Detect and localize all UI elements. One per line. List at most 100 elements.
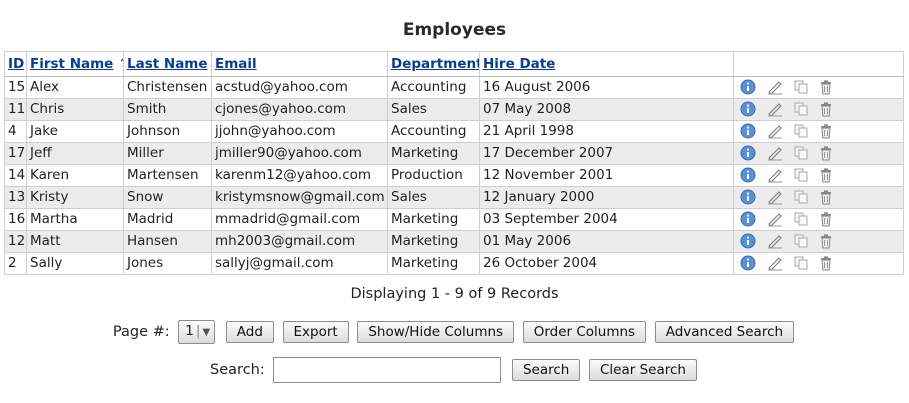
cell-last-name: Smith [123, 98, 212, 121]
record-count-text: Displaying 1 - 9 of 9 Records [350, 286, 559, 302]
copy-icon[interactable] [792, 145, 812, 161]
cell-email: jmiller90@yahoo.com [211, 142, 388, 165]
column-header-actions [733, 51, 904, 77]
column-header-id[interactable]: ID [4, 51, 27, 77]
copy-icon[interactable] [792, 211, 812, 227]
info-icon[interactable] [740, 255, 760, 271]
show-hide-columns-button[interactable]: Show/Hide Columns [357, 321, 515, 343]
page-select[interactable]: 1 | ▼ [178, 320, 216, 344]
cell-email: cjones@yahoo.com [211, 98, 388, 121]
cell-last-name: Snow [123, 186, 212, 209]
cell-id: 16 [4, 208, 27, 231]
cell-first-name: Chris [26, 98, 124, 121]
delete-icon[interactable] [818, 211, 838, 227]
page-label: Page #: [112, 324, 170, 340]
edit-icon[interactable] [766, 211, 786, 227]
info-icon[interactable] [740, 79, 760, 95]
cell-email: karenm12@yahoo.com [211, 164, 388, 187]
row-actions [733, 186, 904, 209]
copy-icon[interactable] [792, 79, 812, 95]
column-header-hire-date[interactable]: Hire Date [479, 51, 734, 77]
edit-icon[interactable] [766, 79, 786, 95]
export-button[interactable]: Export [282, 321, 349, 343]
table-row: 13 Kristy Snow kristymsnow@gmail.com Sales 12… [4, 186, 904, 209]
edit-icon[interactable] [766, 101, 786, 117]
table-row: 17 Jeff Miller jmiller90@yahoo.com Marketing… [4, 142, 904, 165]
cell-id: 15 [4, 76, 27, 99]
table-row: 15 Alex Christensen acstud@yahoo.com Account… [4, 76, 904, 99]
edit-icon[interactable] [766, 233, 786, 249]
sort-link-id[interactable]: ID [8, 56, 24, 72]
table-row: 12 Matt Hansen mh2003@gmail.com Marketing 01 … [4, 230, 904, 253]
edit-icon[interactable] [766, 123, 786, 139]
info-icon[interactable] [740, 145, 760, 161]
sort-link-department[interactable]: Department [391, 56, 479, 72]
info-icon[interactable] [740, 189, 760, 205]
cell-department: Sales [387, 186, 480, 209]
column-header-first-name[interactable]: First Name ↑ [26, 51, 124, 77]
select-separator: | [195, 323, 201, 339]
delete-icon[interactable] [818, 255, 838, 271]
delete-icon[interactable] [818, 233, 838, 249]
cell-email: mh2003@gmail.com [211, 230, 388, 253]
add-button[interactable]: Add [225, 321, 274, 343]
copy-icon[interactable] [792, 189, 812, 205]
cell-last-name: Christensen [123, 76, 212, 99]
cell-department: Marketing [387, 252, 480, 275]
cell-id: 17 [4, 142, 27, 165]
search-input[interactable] [273, 357, 502, 383]
edit-icon[interactable] [766, 255, 786, 271]
info-icon[interactable] [740, 123, 760, 139]
cell-department: Marketing [387, 230, 480, 253]
cell-first-name: Jeff [26, 142, 124, 165]
table-row: 16 Martha Madrid mmadrid@gmail.com Marketing… [4, 208, 904, 231]
copy-icon[interactable] [792, 101, 812, 117]
cell-department: Marketing [387, 208, 480, 231]
cell-email: mmadrid@gmail.com [211, 208, 388, 231]
cell-hire-date: 12 January 2000 [479, 186, 734, 209]
info-icon[interactable] [740, 211, 760, 227]
edit-icon[interactable] [766, 167, 786, 183]
delete-icon[interactable] [818, 189, 838, 205]
column-header-email[interactable]: Email [211, 51, 388, 77]
cell-hire-date: 12 November 2001 [479, 164, 734, 187]
cell-department: Accounting [387, 76, 480, 99]
cell-last-name: Jones [123, 252, 212, 275]
table-row: 14 Karen Martensen karenm12@yahoo.com Produc… [4, 164, 904, 187]
cell-id: 12 [4, 230, 27, 253]
row-actions [733, 120, 904, 143]
advanced-search-button[interactable]: Advanced Search [654, 321, 795, 343]
order-columns-button[interactable]: Order Columns [522, 321, 647, 343]
delete-icon[interactable] [818, 167, 838, 183]
edit-icon[interactable] [766, 145, 786, 161]
column-header-last-name[interactable]: Last Name [123, 51, 212, 77]
copy-icon[interactable] [792, 123, 812, 139]
copy-icon[interactable] [792, 167, 812, 183]
sort-link-email[interactable]: Email [215, 56, 257, 72]
clear-search-button[interactable]: Clear Search [588, 359, 697, 381]
delete-icon[interactable] [818, 79, 838, 95]
sort-link-first-name[interactable]: First Name [30, 56, 113, 72]
search-label: Search: [210, 362, 265, 378]
delete-icon[interactable] [818, 123, 838, 139]
cell-id: 14 [4, 164, 27, 187]
info-icon[interactable] [740, 101, 760, 117]
cell-department: Accounting [387, 120, 480, 143]
cell-last-name: Johnson [123, 120, 212, 143]
edit-icon[interactable] [766, 189, 786, 205]
delete-icon[interactable] [818, 101, 838, 117]
info-icon[interactable] [740, 167, 760, 183]
chevron-down-icon: ▼ [202, 327, 211, 338]
delete-icon[interactable] [818, 145, 838, 161]
column-header-department[interactable]: Department [387, 51, 480, 77]
sort-link-last-name[interactable]: Last Name [127, 56, 208, 72]
cell-last-name: Miller [123, 142, 212, 165]
copy-icon[interactable] [792, 233, 812, 249]
cell-first-name: Jake [26, 120, 124, 143]
copy-icon[interactable] [792, 255, 812, 271]
sort-link-hire-date[interactable]: Hire Date [483, 56, 555, 72]
info-icon[interactable] [740, 233, 760, 249]
search-button[interactable]: Search [511, 359, 581, 381]
cell-email: kristymsnow@gmail.com [211, 186, 388, 209]
cell-first-name: Kristy [26, 186, 124, 209]
